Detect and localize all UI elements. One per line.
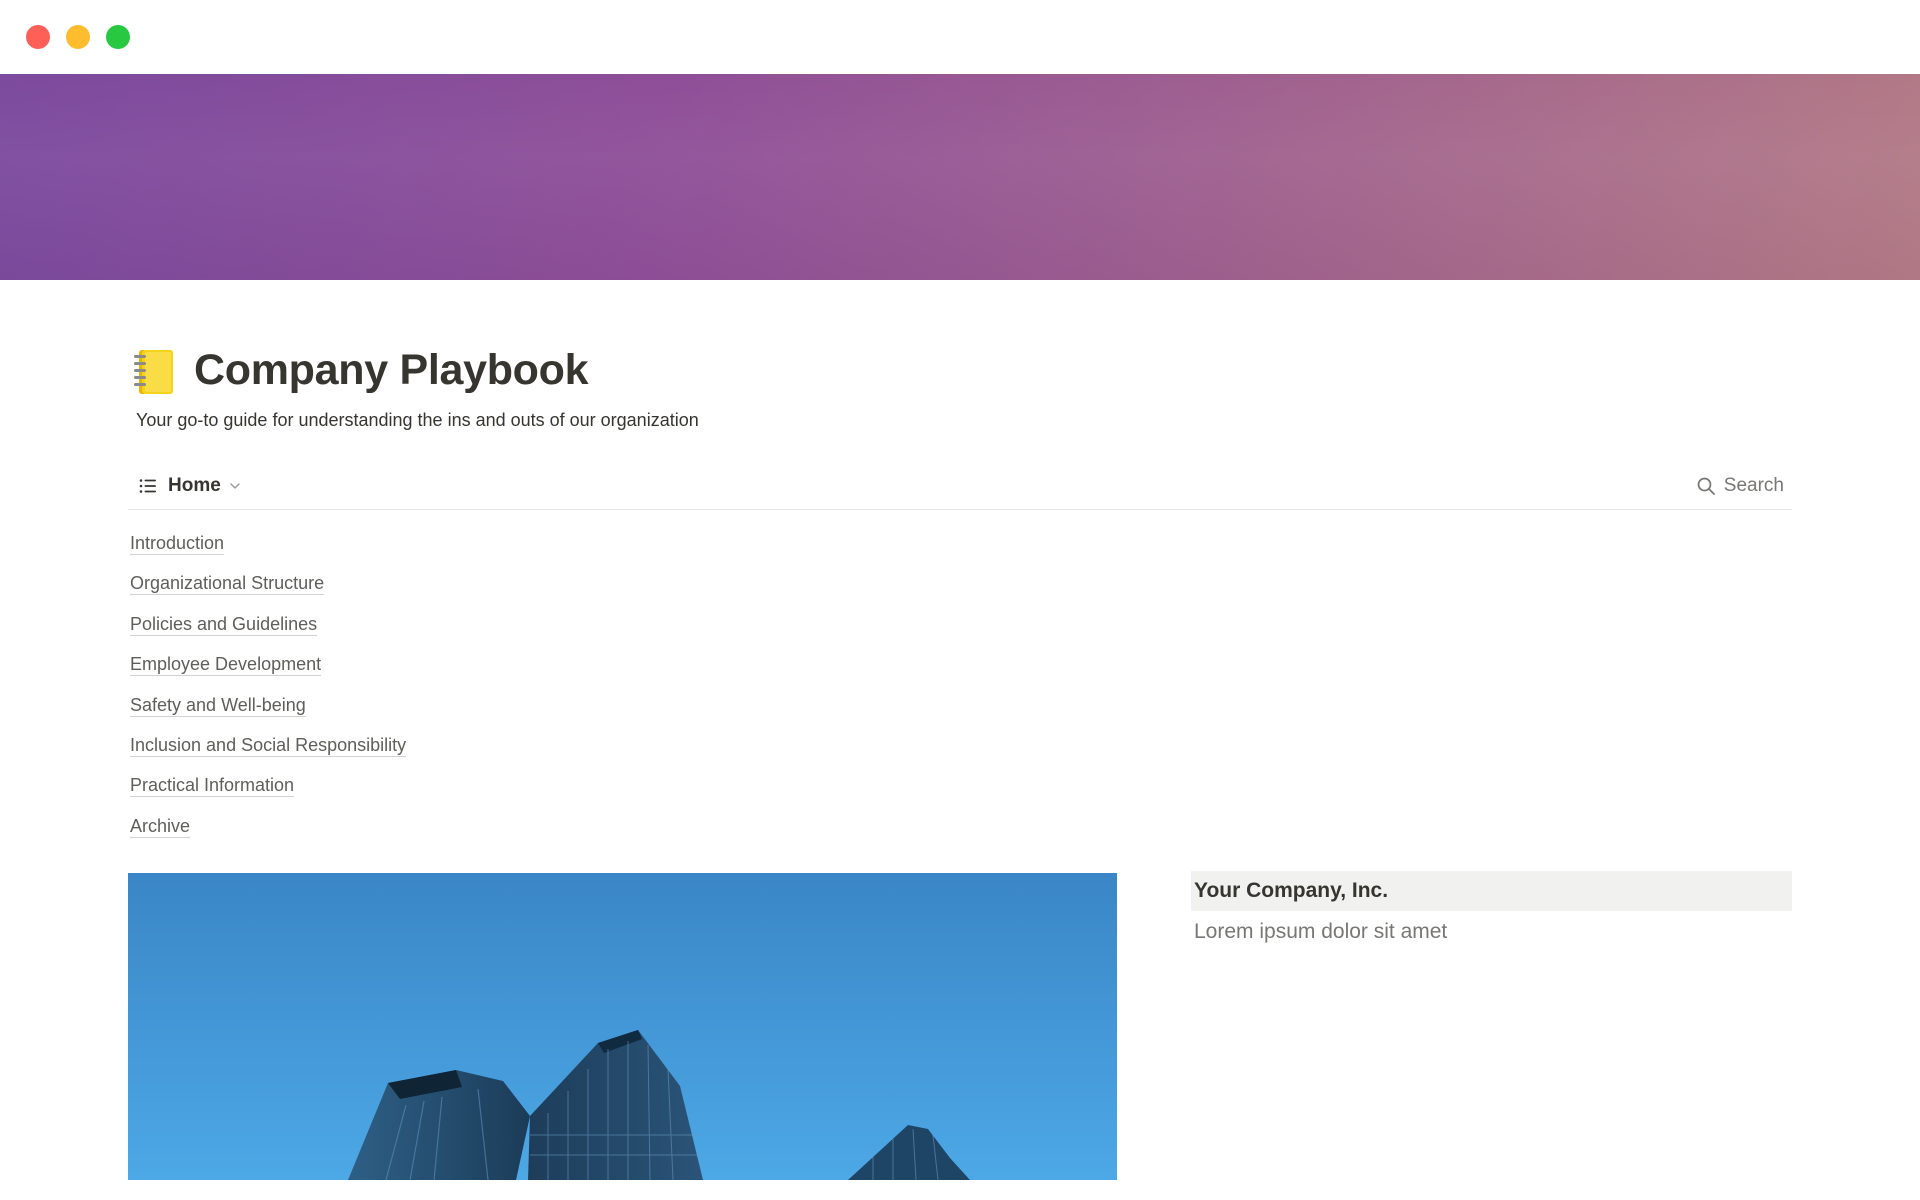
search-label: Search: [1723, 475, 1784, 496]
link-archive[interactable]: Archive: [130, 813, 406, 853]
page-description[interactable]: Your go-to guide for understanding the i…: [136, 410, 699, 431]
company-description[interactable]: Lorem ipsum dolor sit amet: [1194, 920, 1447, 944]
link-inclusion-and-social-responsibility[interactable]: Inclusion and Social Responsibility: [130, 732, 407, 772]
company-name: Your Company, Inc.: [1194, 879, 1389, 902]
link-employee-development[interactable]: Employee Development: [130, 651, 406, 691]
view-selector-home[interactable]: Home: [138, 472, 241, 500]
minimize-window-button[interactable]: [66, 25, 90, 49]
view-name: Home: [168, 475, 221, 496]
office-buildings-image: [128, 873, 1117, 1180]
notebook-icon[interactable]: [131, 347, 177, 397]
cover-image: [0, 74, 1920, 280]
close-window-button[interactable]: [26, 25, 50, 49]
title-bar: [0, 0, 1920, 74]
link-introduction[interactable]: Introduction: [130, 530, 406, 570]
link-practical-information[interactable]: Practical Information: [130, 772, 406, 812]
list-icon: [139, 479, 156, 493]
app-window: Company Playbook Your go-to guide for un…: [0, 0, 1920, 1200]
link-organizational-structure[interactable]: Organizational Structure: [130, 570, 406, 610]
link-safety-and-well-being[interactable]: Safety and Well-being: [130, 692, 406, 732]
link-policies-and-guidelines[interactable]: Policies and Guidelines: [130, 611, 406, 651]
search-icon: [1697, 477, 1715, 495]
company-name-block[interactable]: Your Company, Inc.: [1191, 871, 1792, 911]
search-button[interactable]: Search: [1696, 472, 1784, 500]
zoom-window-button[interactable]: [106, 25, 130, 49]
chevron-down-icon: [230, 483, 240, 489]
database-view-bar: Home Search: [128, 462, 1792, 510]
page-title[interactable]: Company Playbook: [194, 346, 589, 395]
page-links-list: Introduction Organizational Structure Po…: [130, 530, 407, 853]
